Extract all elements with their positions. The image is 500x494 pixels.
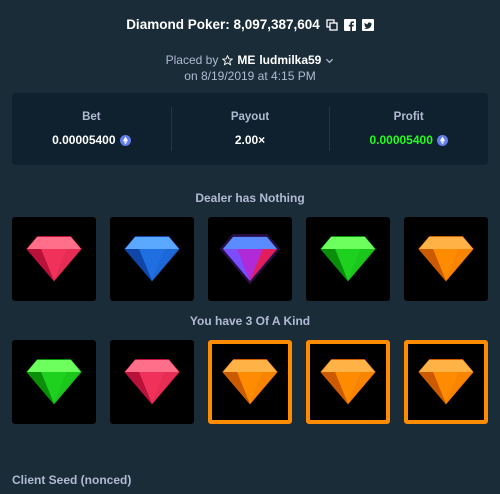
gem-card-green <box>12 340 96 424</box>
chevron-down-icon[interactable] <box>325 56 334 65</box>
red-gem-icon <box>23 233 85 285</box>
orange-gem-icon <box>415 233 477 285</box>
winning-gem-card-orange <box>208 340 292 424</box>
orange-gem-icon <box>219 356 281 408</box>
gem-card-purple <box>208 217 292 301</box>
profit-value: 0.00005400 <box>369 133 433 147</box>
bet-date: on 8/19/2019 at 4:15 PM <box>184 69 316 83</box>
payout-value: 2.00× <box>234 133 266 147</box>
bet-title: Diamond Poker: 8,097,387,604 <box>126 17 320 32</box>
payout-stat: Payout 2.00× <box>170 93 330 165</box>
copy-icon[interactable] <box>326 18 338 31</box>
gem-card-orange <box>404 217 488 301</box>
username-link[interactable]: ludmilka59 <box>259 52 321 68</box>
orange-gem-icon <box>317 356 379 408</box>
bet-stat: Bet 0.00005400 <box>12 93 171 165</box>
star-icon <box>222 54 234 66</box>
profit-amount: 0.00005400 <box>369 133 448 147</box>
winning-gem-card-orange <box>306 340 390 424</box>
dealer-hand-title: Dealer has Nothing <box>195 191 305 205</box>
gem-card-red <box>110 340 194 424</box>
bet-value: 0.00005400 <box>52 133 116 147</box>
orange-gem-icon <box>415 356 477 408</box>
ethereum-icon <box>119 134 131 146</box>
twitter-icon[interactable] <box>361 18 374 31</box>
profit-stat: Profit 0.00005400 <box>329 93 488 165</box>
green-gem-icon <box>23 356 85 408</box>
dealer-hand <box>12 217 488 301</box>
placed-by-info: Placed by ME ludmilka59 on 8/19/2019 at … <box>0 52 500 84</box>
bet-amount: 0.00005400 <box>52 133 131 147</box>
green-gem-icon <box>317 233 379 285</box>
facebook-icon[interactable] <box>343 18 356 31</box>
purple-gem-icon <box>219 233 281 285</box>
gem-card-green <box>306 217 390 301</box>
client-seed-label: Client Seed (nonced) <box>12 473 132 487</box>
gem-card-blue <box>110 217 194 301</box>
placed-by-label: Placed by <box>165 53 219 67</box>
winning-gem-card-orange <box>404 340 488 424</box>
gem-card-red <box>12 217 96 301</box>
red-gem-icon <box>121 356 183 408</box>
profit-label: Profit <box>393 111 424 123</box>
player-hand <box>12 340 488 424</box>
bet-stats-panel: Bet 0.00005400 Payout 2.00× Profit 0.000… <box>12 93 488 165</box>
blue-gem-icon <box>121 233 183 285</box>
payout-label: Payout <box>230 111 270 123</box>
bet-header: Diamond Poker: 8,097,387,604 <box>0 17 500 32</box>
bet-label: Bet <box>82 111 101 123</box>
ethereum-icon <box>436 134 448 146</box>
me-badge: ME <box>237 53 256 67</box>
player-hand-title: You have 3 Of A Kind <box>189 314 311 328</box>
